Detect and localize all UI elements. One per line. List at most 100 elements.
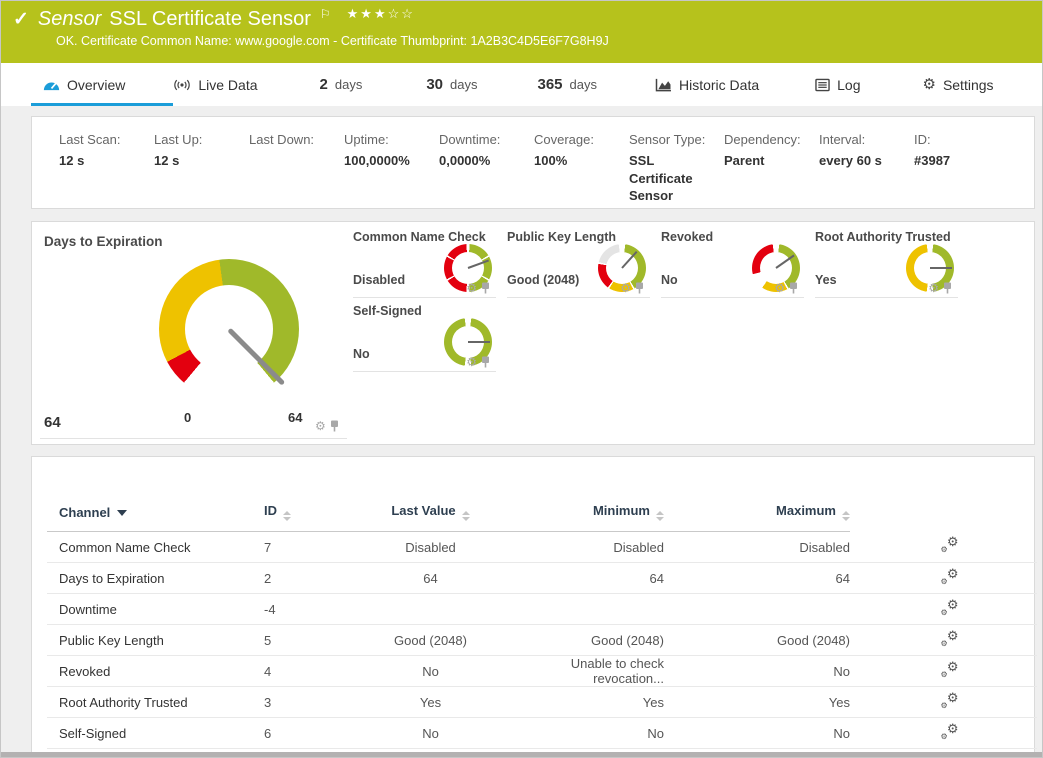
tab-30-days[interactable]: 30 days bbox=[426, 76, 477, 93]
info-id: ID: #3987 bbox=[914, 132, 1009, 208]
tab-365-days[interactable]: 365 days bbox=[537, 76, 597, 93]
primary-gauge-value: 64 bbox=[44, 414, 61, 431]
tab-30-days-unit: days bbox=[450, 77, 477, 92]
tab-2-days-number: 2 bbox=[320, 76, 328, 93]
priority-flag-icon[interactable]: ⚐ bbox=[320, 7, 331, 21]
gauge-toolbar: ⚙ bbox=[620, 282, 644, 294]
pin-icon[interactable] bbox=[481, 282, 490, 294]
tab-overview-label: Overview bbox=[67, 77, 125, 93]
tab-live-data-label: Live Data bbox=[198, 77, 257, 93]
sort-icon bbox=[842, 511, 850, 521]
sort-icon bbox=[656, 511, 664, 521]
pin-icon[interactable] bbox=[789, 282, 798, 294]
pin-icon[interactable] bbox=[481, 356, 490, 368]
gauge-cell-revoked: Revoked No ⚙ bbox=[661, 224, 804, 298]
channels-table-panel: Channel ID Last Value Minimum Maximum Co… bbox=[31, 456, 1035, 754]
tab-overview[interactable]: Overview bbox=[43, 77, 125, 93]
gauge-settings-icon[interactable]: ⚙ bbox=[315, 420, 326, 432]
bottom-edge-bar bbox=[1, 752, 1042, 757]
tab-settings-label: Settings bbox=[943, 77, 994, 93]
table-row: Common Name Check 7 Disabled Disabled Di… bbox=[47, 532, 1037, 563]
divider bbox=[40, 438, 347, 439]
gauge-scale-min: 0 bbox=[184, 410, 191, 425]
channel-settings-icon[interactable]: ⚙⚙ bbox=[941, 569, 959, 585]
info-last-up: Last Up: 12 s bbox=[154, 132, 249, 208]
channel-settings-icon[interactable]: ⚙⚙ bbox=[941, 537, 959, 553]
gauge-scale-max: 64 bbox=[288, 410, 302, 425]
gauge-cell-public-key-length: Public Key Length Good (2048) ⚙ bbox=[507, 224, 650, 298]
tab-2-days[interactable]: 2 days bbox=[320, 76, 363, 93]
table-row: Revoked 4 No Unable to check revocation.… bbox=[47, 656, 1037, 687]
sort-icon bbox=[283, 511, 291, 521]
table-row: Root Authority Trusted 3 Yes Yes Yes ⚙⚙ bbox=[47, 687, 1037, 718]
info-uptime: Uptime: 100,0000% bbox=[344, 132, 439, 208]
gauge-cell-common-name-check: Common Name Check Disabled ⚙ bbox=[353, 224, 496, 298]
info-interval: Interval: every 60 s bbox=[819, 132, 914, 208]
table-row: Days to Expiration 2 64 64 64 ⚙⚙ bbox=[47, 563, 1037, 594]
tab-365-days-number: 365 bbox=[537, 76, 562, 93]
gauge-toolbar: ⚙ bbox=[774, 282, 798, 294]
gauge-toolbar: ⚙ bbox=[466, 356, 490, 368]
col-header-id[interactable]: ID bbox=[252, 503, 342, 532]
content-area: Last Scan: 12 s Last Up: 12 s Last Down:… bbox=[1, 106, 1042, 752]
settings-gear-icon: ⚙ bbox=[922, 77, 935, 92]
table-row: Self-Signed 6 No No No ⚙⚙ bbox=[47, 718, 1037, 749]
object-kind-label: Sensor bbox=[38, 8, 101, 31]
tab-settings[interactable]: ⚙ Settings bbox=[922, 77, 993, 93]
gauge-cell-root-authority-trusted: Root Authority Trusted Yes ⚙ bbox=[815, 224, 958, 298]
gauge-toolbar: ⚙ bbox=[315, 420, 339, 432]
gauge-settings-icon[interactable]: ⚙ bbox=[774, 282, 785, 294]
channel-settings-icon[interactable]: ⚙⚙ bbox=[941, 724, 959, 740]
info-last-down: Last Down: bbox=[249, 132, 344, 208]
pin-icon[interactable] bbox=[943, 282, 952, 294]
tab-log[interactable]: Log bbox=[815, 77, 860, 93]
col-header-last-value[interactable]: Last Value bbox=[342, 503, 507, 532]
gauge-settings-icon[interactable]: ⚙ bbox=[466, 356, 477, 368]
gauge-needle bbox=[468, 341, 490, 343]
gauge-toolbar: ⚙ bbox=[466, 282, 490, 294]
favorite-stars[interactable]: ★★★☆☆ bbox=[347, 6, 415, 22]
tab-historic-data[interactable]: Historic Data bbox=[655, 77, 759, 93]
tab-live-data[interactable]: Live Data bbox=[173, 77, 257, 93]
col-header-minimum[interactable]: Minimum bbox=[507, 503, 664, 532]
gauge-settings-icon[interactable]: ⚙ bbox=[466, 282, 477, 294]
sensor-info-panel: Last Scan: 12 s Last Up: 12 s Last Down:… bbox=[31, 116, 1035, 209]
tab-2-days-unit: days bbox=[335, 77, 362, 92]
info-dependency: Dependency: Parent bbox=[724, 132, 819, 208]
channel-settings-icon[interactable]: ⚙⚙ bbox=[941, 693, 959, 709]
primary-gauge-title: Days to Expiration bbox=[44, 234, 163, 249]
sort-desc-icon bbox=[117, 510, 127, 516]
table-row: Public Key Length 5 Good (2048) Good (20… bbox=[47, 625, 1037, 656]
gauge-icon bbox=[43, 78, 60, 92]
sensor-status-header: ✓ Sensor SSL Certificate Sensor ⚐ ★★★☆☆ … bbox=[1, 1, 1042, 63]
gauge-cell-self-signed: Self-Signed No ⚙ bbox=[353, 298, 496, 372]
sort-icon bbox=[462, 511, 470, 521]
prtg-sensor-page: ✓ Sensor SSL Certificate Sensor ⚐ ★★★☆☆ … bbox=[0, 0, 1043, 758]
sensor-status-message: OK. Certificate Common Name: www.google.… bbox=[13, 34, 1042, 48]
tab-log-label: Log bbox=[837, 77, 860, 93]
channel-settings-icon[interactable]: ⚙⚙ bbox=[941, 631, 959, 647]
pin-icon[interactable] bbox=[330, 420, 339, 432]
col-header-maximum[interactable]: Maximum bbox=[664, 503, 850, 532]
pin-icon[interactable] bbox=[635, 282, 644, 294]
channel-settings-icon[interactable]: ⚙⚙ bbox=[941, 600, 959, 616]
gauges-panel: Days to Expiration 0 64 64 ⚙ Common Name… bbox=[31, 221, 1035, 445]
col-header-actions bbox=[850, 503, 1037, 532]
status-ok-icon: ✓ bbox=[13, 8, 29, 31]
table-header-row: Channel ID Last Value Minimum Maximum bbox=[47, 503, 1037, 532]
gauge-needle bbox=[930, 267, 952, 269]
gauge-toolbar: ⚙ bbox=[928, 282, 952, 294]
gauge-settings-icon[interactable]: ⚙ bbox=[928, 282, 939, 294]
small-gauges-grid: Common Name Check Disabled ⚙ Public Key … bbox=[353, 224, 969, 372]
col-header-channel[interactable]: Channel bbox=[47, 503, 252, 532]
sensor-title: SSL Certificate Sensor bbox=[109, 8, 311, 31]
sensor-tab-bar: Overview Live Data 2 days 30 days 365 da… bbox=[1, 63, 1042, 106]
live-signal-icon bbox=[173, 78, 191, 92]
info-downtime: Downtime: 0,0000% bbox=[439, 132, 534, 208]
channel-settings-icon[interactable]: ⚙⚙ bbox=[941, 662, 959, 678]
table-row: Downtime -4 ⚙⚙ bbox=[47, 594, 1037, 625]
tab-365-days-unit: days bbox=[570, 77, 597, 92]
tab-historic-data-label: Historic Data bbox=[679, 77, 759, 93]
gauge-settings-icon[interactable]: ⚙ bbox=[620, 282, 631, 294]
info-coverage: Coverage: 100% bbox=[534, 132, 629, 208]
